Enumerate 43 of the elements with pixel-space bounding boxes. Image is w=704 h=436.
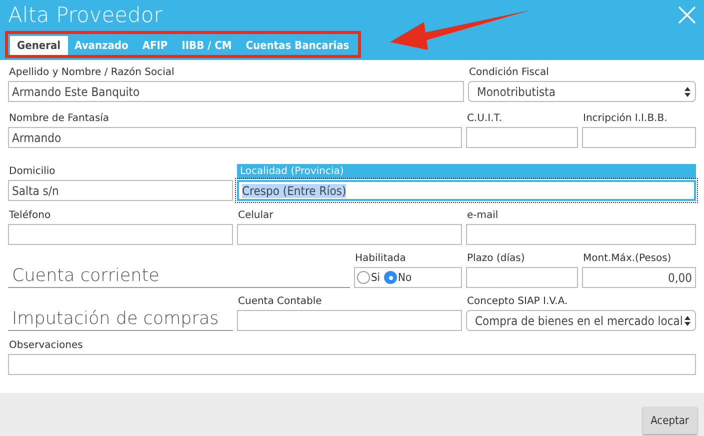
input-field[interactable] xyxy=(582,127,696,148)
radio-option[interactable]: Si xyxy=(357,271,380,284)
radio-button[interactable] xyxy=(384,271,398,284)
field-label: Domicilio xyxy=(8,165,56,178)
input-field[interactable] xyxy=(466,224,696,245)
input-field[interactable]: Crespo (Entre Ríos) xyxy=(237,180,696,201)
field-label: e-mail xyxy=(466,209,500,222)
input-field[interactable]: Salta s/n xyxy=(8,180,233,201)
field-label: C.U.I.T. xyxy=(466,112,503,125)
input-field[interactable] xyxy=(466,267,578,288)
input-field[interactable] xyxy=(8,354,696,375)
input-field[interactable] xyxy=(466,127,578,148)
updown-arrows-icon xyxy=(684,314,691,326)
field-label: Concepto SIAP I.V.A. xyxy=(466,295,569,308)
input-field[interactable]: Armando Este Banquito xyxy=(8,81,464,102)
section-heading: Cuenta corriente xyxy=(8,265,350,288)
field-label: Teléfono xyxy=(8,209,52,222)
field-label: Localidad (Provincia) xyxy=(237,164,696,179)
input-field[interactable] xyxy=(8,224,233,245)
updown-arrows-icon xyxy=(684,86,691,98)
field-label: Observaciones xyxy=(8,339,84,352)
accept-button[interactable]: Aceptar xyxy=(642,407,697,434)
field-label: Celular xyxy=(237,209,274,222)
close-icon[interactable] xyxy=(678,6,696,24)
field-label: Plazo (días) xyxy=(466,252,526,265)
input-field[interactable] xyxy=(237,224,462,245)
field-label: Habilitada xyxy=(354,252,407,265)
dropdown[interactable]: Compra de bienes en el mercado local xyxy=(466,310,696,331)
field-label: Incripción I.I.B.B. xyxy=(582,112,668,125)
input-field[interactable] xyxy=(237,310,462,331)
field-label: Apellido y Nombre / Razón Social xyxy=(8,66,176,79)
radio-button[interactable] xyxy=(357,271,370,284)
input-field[interactable]: 0,00 xyxy=(582,267,696,288)
radio-option[interactable]: No xyxy=(384,271,412,284)
tab[interactable]: General xyxy=(10,36,68,55)
dropdown[interactable]: Monotributista xyxy=(468,81,696,102)
field-label: Mont.Máx.(Pesos) xyxy=(582,252,672,265)
field-label: Cuenta Contable xyxy=(237,295,323,308)
window-title: Alta Proveedor xyxy=(8,2,162,28)
field-label: Nombre de Fantasía xyxy=(8,112,110,125)
input-field[interactable]: Armando xyxy=(8,127,462,148)
section-heading: Imputación de compras xyxy=(8,308,233,331)
field-label: Condición Fiscal xyxy=(468,66,550,79)
